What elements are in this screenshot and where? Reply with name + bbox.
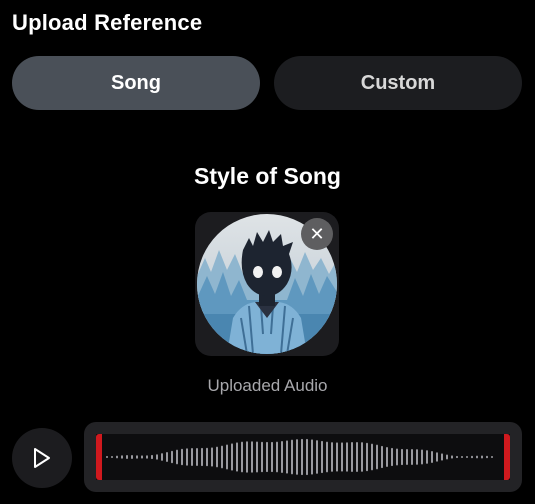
waveform-bar	[146, 455, 148, 459]
waveform-bar	[306, 438, 308, 476]
waveform-trimmer[interactable]	[84, 422, 522, 492]
waveform-bar	[241, 441, 243, 473]
waveform-bar	[311, 439, 313, 475]
waveform-bar	[301, 438, 303, 476]
waveform-bar	[266, 441, 268, 473]
waveform-bar	[456, 455, 458, 459]
waveform	[106, 438, 493, 476]
waveform-bar	[126, 455, 128, 459]
waveform-bar	[431, 451, 433, 463]
waveform-bar	[221, 445, 223, 469]
tab-song[interactable]: Song	[12, 56, 260, 110]
uploaded-audio-caption: Uploaded Audio	[207, 376, 328, 395]
waveform-bar	[446, 454, 448, 460]
waveform-bar	[346, 442, 348, 472]
waveform-bar	[121, 455, 123, 459]
waveform-bar	[376, 444, 378, 470]
waveform-bar	[226, 444, 228, 470]
waveform-bar	[481, 455, 483, 459]
close-icon: ✕	[309, 223, 325, 244]
trim-start-handle[interactable]	[96, 434, 102, 480]
waveform-bar	[166, 451, 168, 463]
waveform-bar	[476, 455, 478, 459]
waveform-bar	[261, 441, 263, 473]
waveform-bar	[351, 442, 353, 472]
waveform-bar	[276, 441, 278, 473]
waveform-bar	[411, 449, 413, 465]
waveform-bar	[201, 447, 203, 467]
waveform-bar	[176, 449, 178, 465]
waveform-track	[96, 434, 510, 480]
waveform-bar	[291, 439, 293, 475]
waveform-bar	[256, 441, 258, 473]
waveform-bar	[471, 455, 473, 459]
waveform-bar	[286, 440, 288, 474]
waveform-bar	[216, 446, 218, 468]
waveform-bar	[401, 448, 403, 466]
waveform-bar	[206, 447, 208, 467]
waveform-bar	[171, 450, 173, 464]
waveform-bar	[281, 441, 283, 473]
waveform-bar	[296, 439, 298, 475]
waveform-bar	[196, 447, 198, 467]
remove-audio-button[interactable]: ✕	[301, 218, 333, 250]
waveform-bar	[461, 456, 463, 458]
waveform-bar	[106, 456, 108, 458]
waveform-bar	[231, 443, 233, 471]
waveform-bar	[441, 453, 443, 461]
waveform-bar	[116, 455, 118, 459]
tab-song-label: Song	[111, 71, 161, 94]
waveform-bar	[211, 447, 213, 467]
waveform-bar	[371, 443, 373, 471]
waveform-bar	[356, 441, 358, 473]
waveform-bar	[161, 453, 163, 461]
waveform-bar	[491, 456, 493, 458]
waveform-bar	[331, 442, 333, 472]
waveform-bar	[326, 441, 328, 473]
waveform-bar	[131, 455, 133, 459]
trim-end-handle[interactable]	[504, 434, 510, 480]
waveform-bar	[381, 445, 383, 469]
waveform-bar	[316, 440, 318, 474]
waveform-bar	[251, 441, 253, 473]
waveform-bar	[186, 448, 188, 466]
waveform-bar	[181, 448, 183, 466]
waveform-bar	[366, 442, 368, 472]
play-icon	[34, 448, 50, 468]
waveform-bar	[336, 442, 338, 472]
tab-custom[interactable]: Custom	[274, 56, 522, 110]
waveform-bar	[361, 442, 363, 472]
waveform-bar	[486, 455, 488, 459]
waveform-bar	[426, 450, 428, 464]
waveform-bar	[191, 448, 193, 466]
waveform-bar	[396, 448, 398, 466]
waveform-bar	[416, 449, 418, 465]
waveform-bar	[391, 447, 393, 467]
play-button[interactable]	[12, 428, 72, 488]
waveform-bar	[141, 455, 143, 459]
section-title: Style of Song	[194, 163, 341, 189]
waveform-bar	[151, 454, 153, 460]
waveform-bar	[271, 441, 273, 473]
waveform-bar	[156, 454, 158, 460]
waveform-bar	[421, 449, 423, 465]
waveform-bar	[386, 447, 388, 467]
waveform-bar	[236, 442, 238, 472]
waveform-bar	[466, 456, 468, 458]
waveform-bar	[436, 452, 438, 462]
waveform-bar	[246, 441, 248, 473]
panel-title: Upload Reference	[12, 10, 203, 35]
waveform-bar	[321, 440, 323, 474]
waveform-bar	[136, 455, 138, 459]
waveform-bar	[111, 456, 113, 458]
tab-custom-label: Custom	[360, 71, 436, 94]
waveform-bar	[406, 448, 408, 466]
waveform-bar	[341, 442, 343, 472]
waveform-bar	[451, 455, 453, 459]
